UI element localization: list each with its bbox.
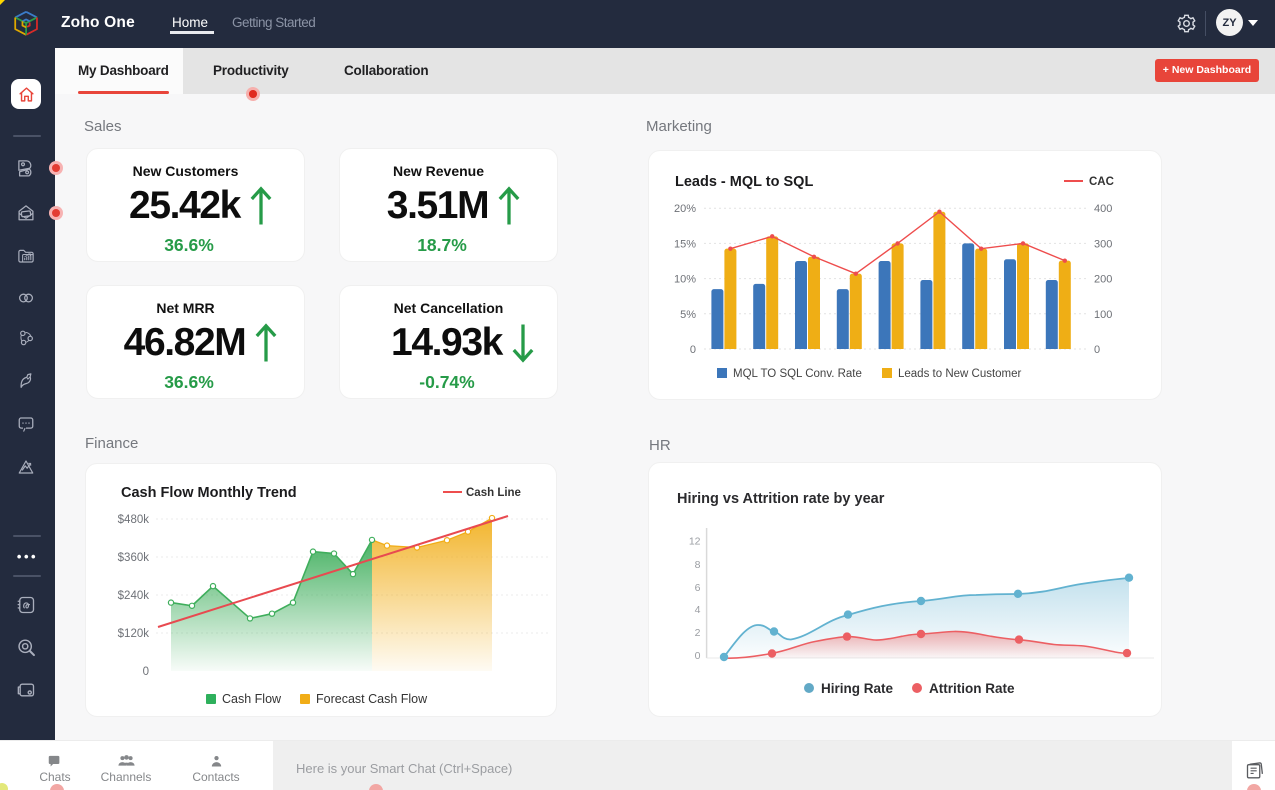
svg-text:MQL TO SQL Conv. Rate: MQL TO SQL Conv. Rate <box>733 368 862 380</box>
svg-text:Cash Flow Monthly Trend: Cash Flow Monthly Trend <box>121 485 297 501</box>
svg-text:Attrition Rate: Attrition Rate <box>929 681 1015 696</box>
svg-text:5%: 5% <box>680 309 696 321</box>
svg-text:Leads to New Customer: Leads to New Customer <box>898 368 1022 380</box>
svg-text:Hiring Rate: Hiring Rate <box>821 681 894 696</box>
svg-text:$240k: $240k <box>118 590 150 602</box>
svg-text:4: 4 <box>695 604 701 616</box>
svg-text:12: 12 <box>689 536 701 548</box>
svg-text:Forecast Cash Flow: Forecast Cash Flow <box>316 692 428 706</box>
svg-text:0: 0 <box>143 666 149 678</box>
svg-text:0: 0 <box>695 650 701 662</box>
svg-text:0: 0 <box>1094 344 1100 356</box>
svg-text:20%: 20% <box>674 203 696 215</box>
svg-text:$360k: $360k <box>118 552 150 564</box>
svg-text:$480k: $480k <box>118 514 150 526</box>
svg-text:300: 300 <box>1094 238 1112 250</box>
svg-text:Hiring vs Attrition rate by ye: Hiring vs Attrition rate by year <box>677 491 885 507</box>
svg-text:200: 200 <box>1094 274 1112 286</box>
svg-text:0: 0 <box>690 344 696 356</box>
svg-text:Leads - MQL to SQL: Leads - MQL to SQL <box>675 174 813 190</box>
svg-text:$120k: $120k <box>118 628 150 640</box>
svg-text:2: 2 <box>695 627 701 639</box>
svg-text:10%: 10% <box>674 274 696 286</box>
svg-text:CAC: CAC <box>1089 176 1114 188</box>
svg-text:15%: 15% <box>674 238 696 250</box>
svg-text:6: 6 <box>695 582 701 594</box>
svg-text:8: 8 <box>695 559 701 571</box>
svg-text:Cash Flow: Cash Flow <box>222 692 282 706</box>
svg-text:100: 100 <box>1094 309 1112 321</box>
svg-text:400: 400 <box>1094 203 1112 215</box>
svg-text:Cash Line: Cash Line <box>466 487 521 499</box>
